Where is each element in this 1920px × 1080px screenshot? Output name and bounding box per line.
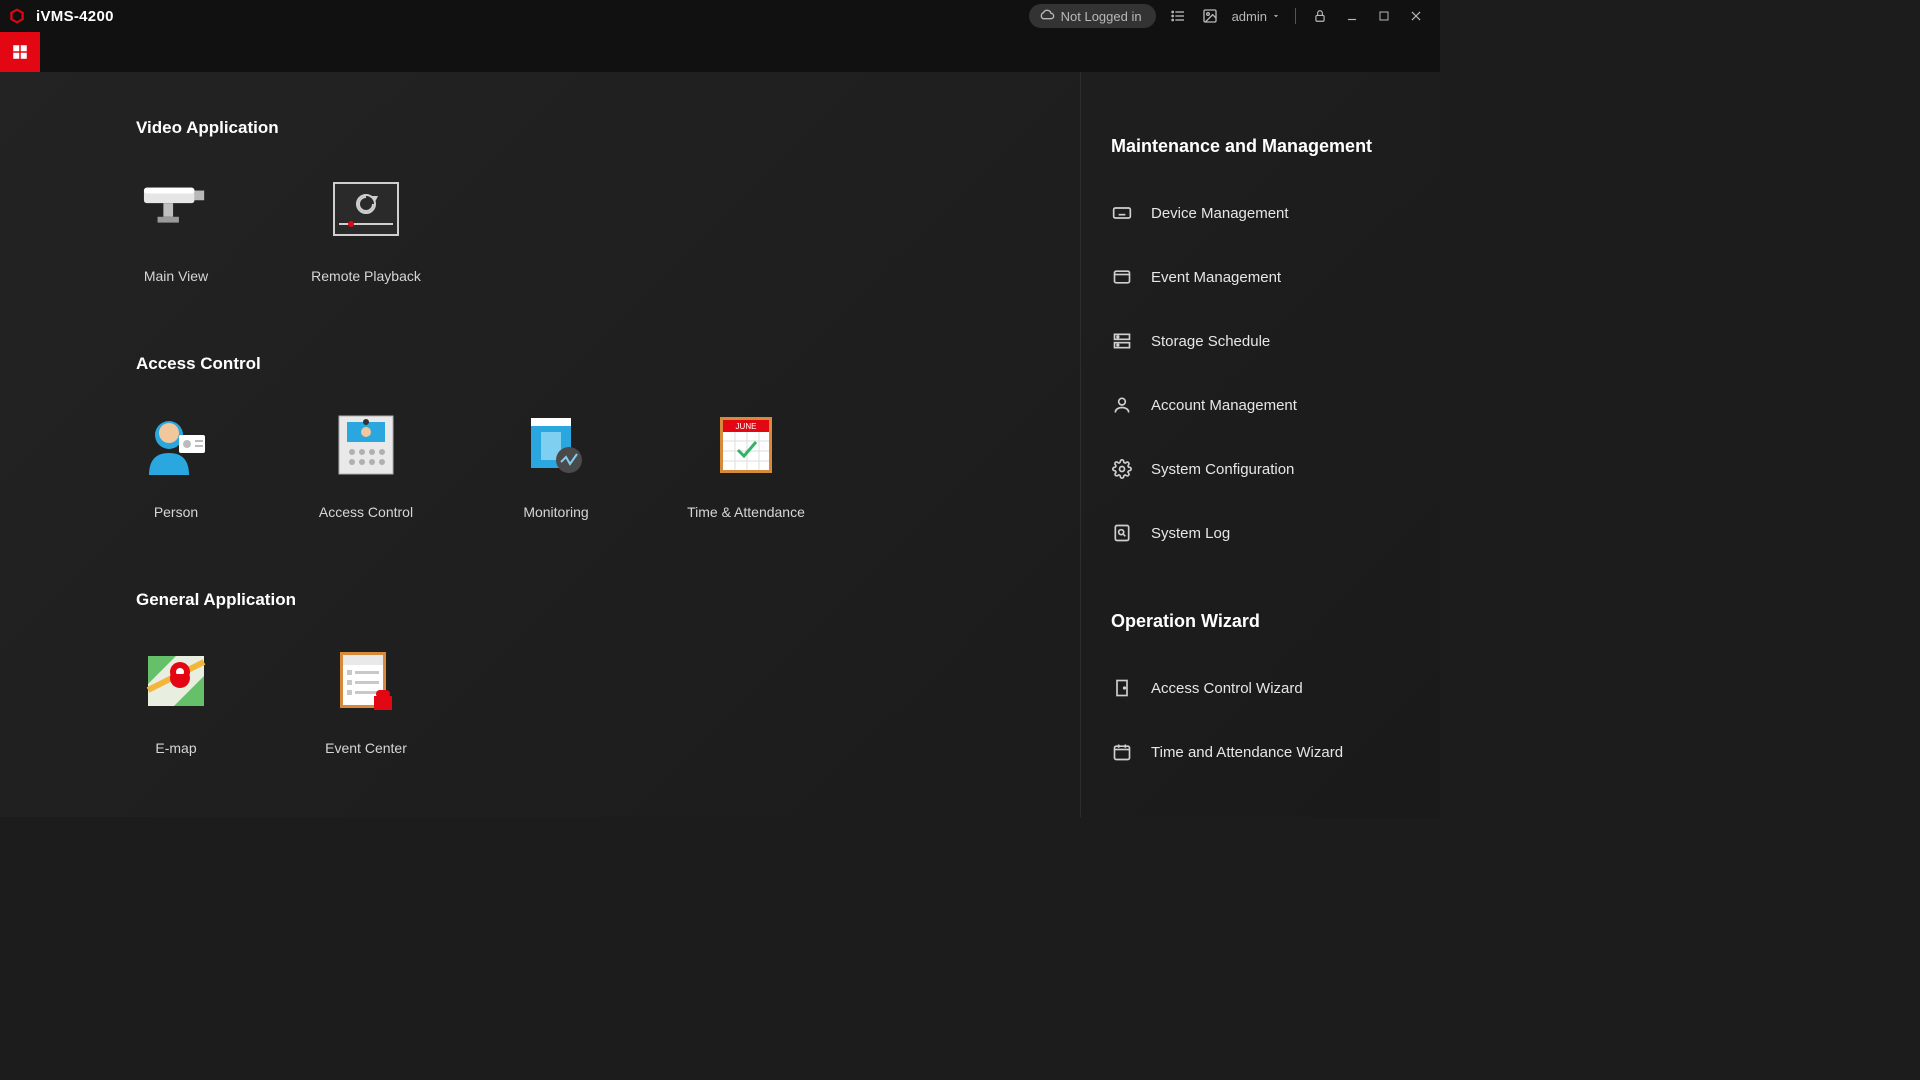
image-icon[interactable] [1199, 5, 1221, 27]
tile-event-center[interactable]: Event Center [326, 650, 406, 756]
log-icon [1111, 522, 1133, 544]
nav-storage-schedule[interactable]: Storage Schedule [1111, 321, 1410, 361]
camera-icon [142, 178, 210, 240]
login-status-text: Not Logged in [1061, 9, 1142, 24]
title-bar: iVMS-4200 Not Logged in admin [0, 0, 1440, 32]
close-button[interactable] [1405, 5, 1427, 27]
storage-icon [1111, 330, 1133, 352]
right-maint-title: Maintenance and Management [1111, 136, 1410, 157]
nav-label: Account Management [1151, 397, 1297, 414]
tile-monitoring[interactable]: Monitoring [516, 414, 596, 520]
calendar-small-icon [1111, 741, 1133, 763]
tile-label: Event Center [325, 740, 407, 756]
tile-label: Main View [144, 268, 208, 284]
playback-icon [332, 178, 400, 240]
nav-system-configuration[interactable]: System Configuration [1111, 449, 1410, 489]
person-icon [142, 414, 210, 476]
gear-icon [1111, 458, 1133, 480]
nav-device-management[interactable]: Device Management [1111, 193, 1410, 233]
window-icon [1111, 266, 1133, 288]
cloud-icon [1039, 8, 1055, 24]
nav-label: Time and Attendance Wizard [1151, 744, 1343, 761]
right-panel: Maintenance and Management Device Manage… [1080, 72, 1440, 817]
monitoring-icon [522, 414, 590, 476]
user-icon [1111, 394, 1133, 416]
tile-label: Time & Attendance [687, 504, 805, 520]
tile-label: E-map [155, 740, 196, 756]
event-list-icon [332, 650, 400, 712]
minimize-button[interactable] [1341, 5, 1363, 27]
svg-text:JUNE: JUNE [736, 422, 757, 431]
nav-label: System Configuration [1151, 461, 1294, 478]
user-menu[interactable]: admin [1232, 9, 1281, 24]
dashboard-area: Video Application Main View [0, 72, 1080, 817]
tile-main-view[interactable]: Main View [136, 178, 216, 284]
user-name: admin [1232, 9, 1267, 24]
nav-account-management[interactable]: Account Management [1111, 385, 1410, 425]
nav-access-control-wizard[interactable]: Access Control Wizard [1111, 668, 1410, 708]
app-logo-icon [8, 7, 26, 25]
nav-label: Storage Schedule [1151, 333, 1270, 350]
nav-label: System Log [1151, 525, 1230, 542]
section-title-access: Access Control [136, 354, 1080, 374]
lock-icon[interactable] [1309, 5, 1331, 27]
tile-emap[interactable]: E-map [136, 650, 216, 756]
calendar-icon: JUNE [712, 414, 780, 476]
tile-label: Remote Playback [311, 268, 421, 284]
section-title-video: Video Application [136, 118, 1080, 138]
nav-label: Device Management [1151, 205, 1289, 222]
tab-strip [0, 32, 1440, 72]
tile-label: Access Control [319, 504, 413, 520]
map-icon [142, 650, 210, 712]
right-wizard-title: Operation Wizard [1111, 611, 1410, 632]
separator [1295, 8, 1296, 24]
nav-system-log[interactable]: System Log [1111, 513, 1410, 553]
section-title-general: General Application [136, 590, 1080, 610]
door-panel-icon [332, 414, 400, 476]
door-icon [1111, 677, 1133, 699]
grid-icon [11, 43, 29, 61]
tile-person[interactable]: Person [136, 414, 216, 520]
tile-label: Person [154, 504, 198, 520]
keyboard-icon [1111, 202, 1133, 224]
nav-time-attendance-wizard[interactable]: Time and Attendance Wizard [1111, 732, 1410, 772]
login-status-pill[interactable]: Not Logged in [1029, 4, 1156, 28]
caret-down-icon [1271, 9, 1281, 24]
nav-label: Access Control Wizard [1151, 680, 1303, 697]
app-title: iVMS-4200 [36, 8, 114, 25]
nav-label: Event Management [1151, 269, 1281, 286]
tile-access-control[interactable]: Access Control [326, 414, 406, 520]
tile-label: Monitoring [523, 504, 588, 520]
list-icon[interactable] [1167, 5, 1189, 27]
nav-event-management[interactable]: Event Management [1111, 257, 1410, 297]
home-tab[interactable] [0, 32, 40, 72]
tile-remote-playback[interactable]: Remote Playback [326, 178, 406, 284]
maximize-button[interactable] [1373, 5, 1395, 27]
tile-time-attendance[interactable]: JUNE Time & Attendance [706, 414, 786, 520]
